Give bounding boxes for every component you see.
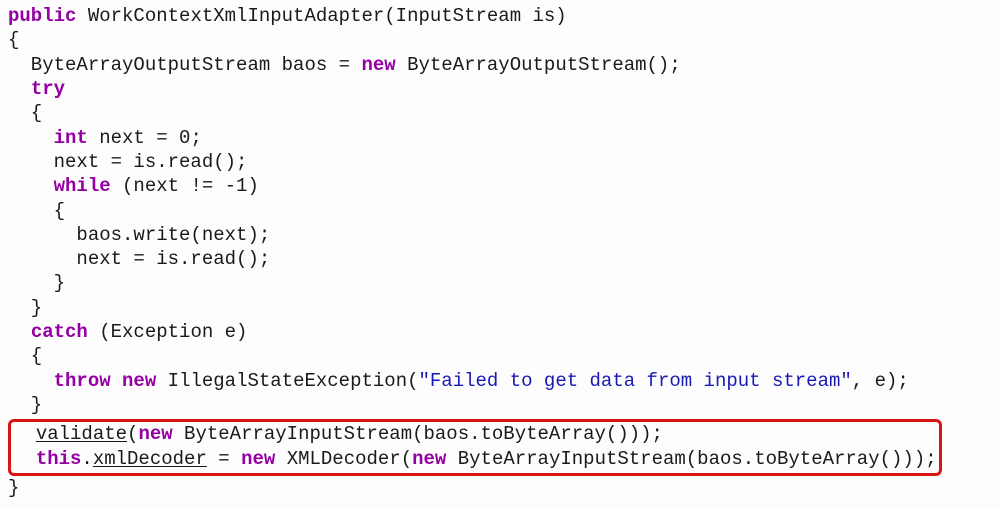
keyword-catch: catch xyxy=(31,321,88,343)
line-baos-decl: ByteArrayOutputStream baos = new ByteArr… xyxy=(8,54,681,76)
code-text: next = is.read(); xyxy=(8,248,270,270)
code-text: (Exception e) xyxy=(88,321,248,343)
code-text: ByteArrayInputStream(baos.toByteArray())… xyxy=(446,448,936,470)
keyword-new: new xyxy=(361,54,395,76)
code-text: IllegalStateException( xyxy=(156,370,418,392)
string-literal: "Failed to get data from input stream" xyxy=(419,370,852,392)
validate-call: validate xyxy=(36,423,127,445)
code-text: next = is.read(); xyxy=(8,151,247,173)
code-text: baos.write(next); xyxy=(8,224,270,246)
keyword-while: while xyxy=(54,175,111,197)
keyword-this: this xyxy=(36,448,82,470)
highlighted-region: validate(new ByteArrayInputStream(baos.t… xyxy=(8,419,942,476)
indent-text: ByteArrayOutputStream baos = xyxy=(8,54,361,76)
xmldecoder-field: xmlDecoder xyxy=(93,448,207,470)
code-text: (next != -1) xyxy=(111,175,259,197)
keyword-new: new xyxy=(138,423,172,445)
code-text: ByteArrayOutputStream(); xyxy=(396,54,681,76)
line-signature: public WorkContextXmlInputAdapter(InputS… xyxy=(8,5,567,27)
code-block: public WorkContextXmlInputAdapter(InputS… xyxy=(8,4,992,500)
code-text: next = 0; xyxy=(88,127,202,149)
keyword-throw: throw xyxy=(54,370,111,392)
code-text: ( xyxy=(127,423,138,445)
keyword-public: public xyxy=(8,5,76,27)
code-text: XMLDecoder( xyxy=(275,448,412,470)
keyword-int: int xyxy=(54,127,88,149)
keyword-new: new xyxy=(412,448,446,470)
method-signature: WorkContextXmlInputAdapter(InputStream i… xyxy=(76,5,566,27)
code-text: = xyxy=(207,448,241,470)
keyword-new: new xyxy=(241,448,275,470)
keyword-new: new xyxy=(122,370,156,392)
keyword-try: try xyxy=(31,78,65,100)
code-text: , e); xyxy=(852,370,909,392)
code-text: ByteArrayInputStream(baos.toByteArray())… xyxy=(173,423,663,445)
